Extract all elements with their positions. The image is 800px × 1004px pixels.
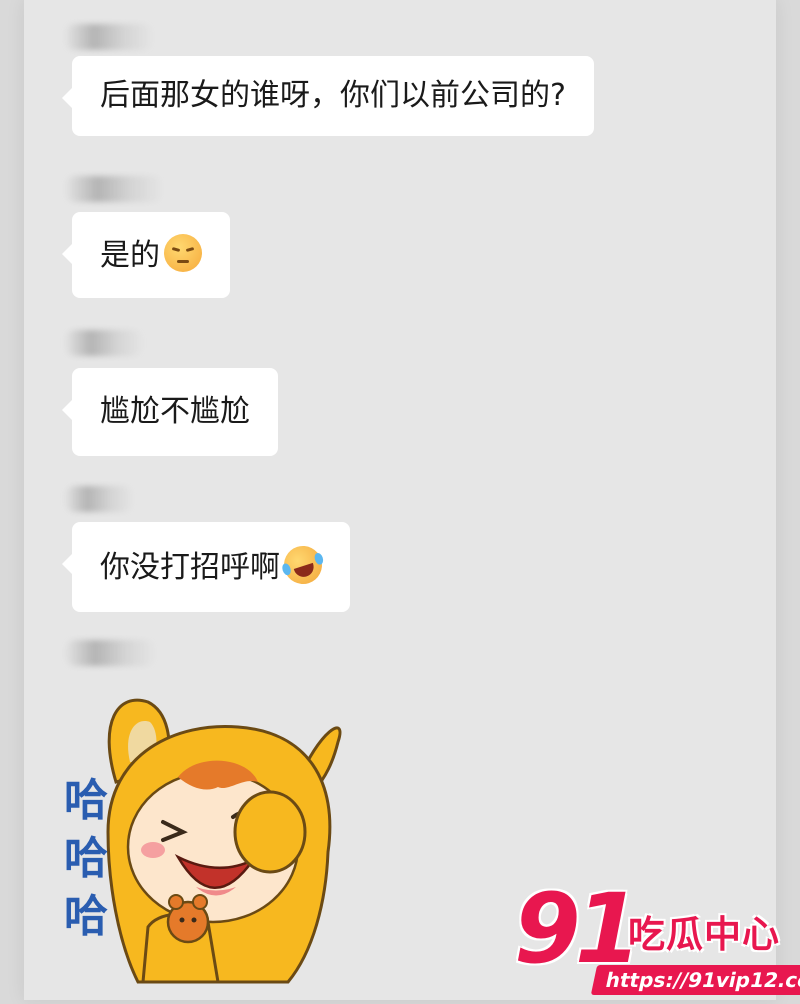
pensive-face-emoji: [164, 234, 202, 272]
watermark-number: 91: [514, 873, 642, 985]
message-text: 你没打招呼啊: [100, 550, 280, 585]
message-bubble[interactable]: 是的: [62, 212, 230, 298]
message-row: 尴尬不尴尬: [62, 368, 278, 456]
rolling-on-floor-laughing-emoji: [279, 541, 327, 589]
message-row: 后面那女的谁呀，你们以前公司的?: [62, 56, 594, 136]
message-text: 是的: [100, 238, 160, 273]
haha-text: 哈 哈 哈: [56, 772, 116, 946]
haha-char: 哈: [64, 775, 108, 826]
message-row: 你没打招呼啊: [62, 522, 350, 612]
watermark-logo: 91 吃瓜中心 https://91vip12.com: [510, 881, 800, 1000]
watermark-url: https://91vip12.com: [590, 965, 800, 995]
laughing-bear-costume-sticker[interactable]: 哈 哈 哈: [48, 682, 368, 1000]
message-text: 后面那女的谁呀，你们以前公司的?: [100, 78, 566, 113]
message-bubble[interactable]: 尴尬不尴尬: [62, 368, 278, 456]
sender-name-blurred: [64, 24, 154, 50]
message-row: 是的: [62, 212, 230, 298]
sender-name-blurred: [64, 330, 144, 356]
haha-char: 哈: [64, 891, 108, 942]
sender-name-blurred: [64, 486, 134, 512]
sender-name-blurred: [64, 640, 156, 666]
haha-char: 哈: [64, 833, 108, 884]
message-bubble[interactable]: 你没打招呼啊: [62, 522, 350, 612]
message-text: 尴尬不尴尬: [100, 394, 250, 429]
sender-name-blurred: [64, 176, 164, 202]
message-bubble[interactable]: 后面那女的谁呀，你们以前公司的?: [62, 56, 594, 136]
watermark-title: 吃瓜中心: [628, 913, 780, 956]
